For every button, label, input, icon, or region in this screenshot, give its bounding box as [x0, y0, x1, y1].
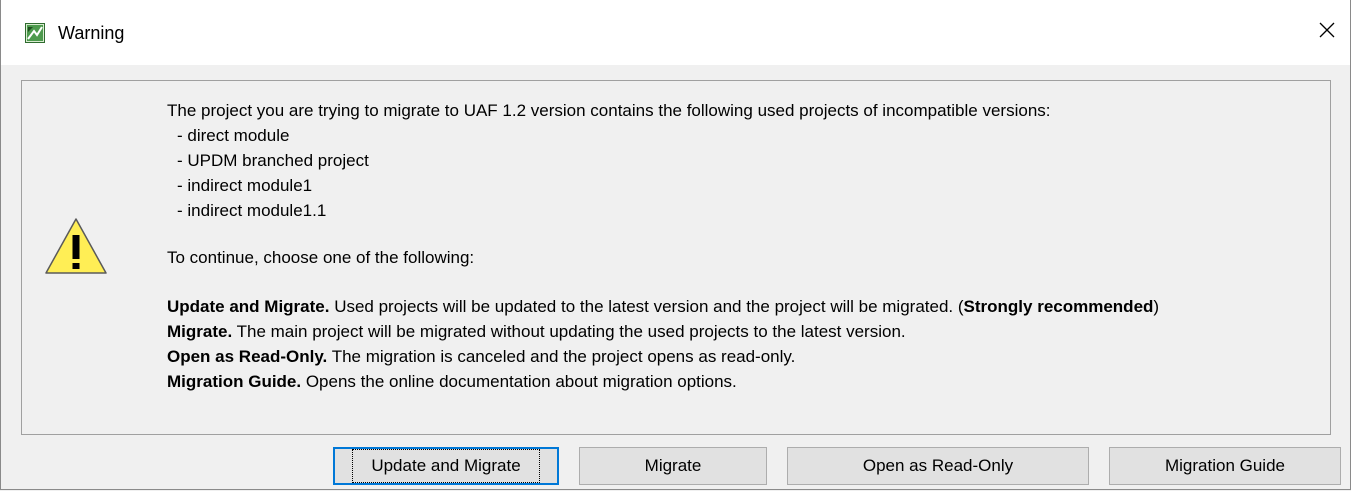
option-term: Open as Read-Only. [167, 347, 328, 366]
project-item: - UPDM branched project [177, 151, 369, 170]
message-text: The project you are trying to migrate to… [167, 98, 1159, 394]
choose-text: To continue, choose one of the following… [167, 248, 475, 267]
option-term: Update and Migrate. [167, 297, 330, 316]
option-tail: ) [1153, 297, 1160, 316]
option-desc: Used projects will be updated to the lat… [329, 297, 964, 316]
option-term: Migration Guide. [167, 372, 302, 391]
option-update-and-migrate: Update and Migrate. Used projects will b… [167, 294, 1159, 319]
option-term: Migrate. [167, 322, 233, 341]
option-desc: The main project will be migrated withou… [232, 322, 906, 341]
option-desc: Opens the online documentation about mig… [301, 372, 737, 391]
message-panel: The project you are trying to migrate to… [21, 80, 1331, 435]
project-item: - indirect module1 [177, 176, 313, 195]
migrate-button[interactable]: Migrate [579, 447, 767, 485]
project-item: - direct module [177, 126, 290, 145]
update-and-migrate-label: Update and Migrate [352, 449, 540, 483]
app-diagram-icon [25, 23, 45, 43]
option-open-read-only: Open as Read-Only. The migration is canc… [167, 344, 1159, 369]
project-item: - indirect module1.1 [177, 201, 327, 220]
update-and-migrate-button[interactable]: Update and Migrate [333, 447, 559, 485]
open-read-only-button[interactable]: Open as Read-Only [787, 447, 1089, 485]
close-icon [1318, 21, 1336, 44]
warning-triangle-icon [44, 217, 108, 275]
title-bar: Warning [1, 0, 1350, 65]
option-migration-guide: Migration Guide. Opens the online docume… [167, 369, 1159, 394]
migration-guide-button[interactable]: Migration Guide [1109, 447, 1341, 485]
warning-dialog: Warning The project you are trying to mi… [0, 0, 1351, 490]
option-emphasis: Strongly recommended [963, 297, 1154, 316]
window-title: Warning [58, 23, 125, 43]
intro-text: The project you are trying to migrate to… [167, 101, 1051, 120]
option-desc: The migration is canceled and the projec… [327, 347, 796, 366]
option-migrate: Migrate. The main project will be migrat… [167, 319, 1159, 344]
close-button[interactable] [1306, 10, 1348, 54]
button-bar: Update and Migrate Migrate Open as Read-… [1, 447, 1351, 487]
